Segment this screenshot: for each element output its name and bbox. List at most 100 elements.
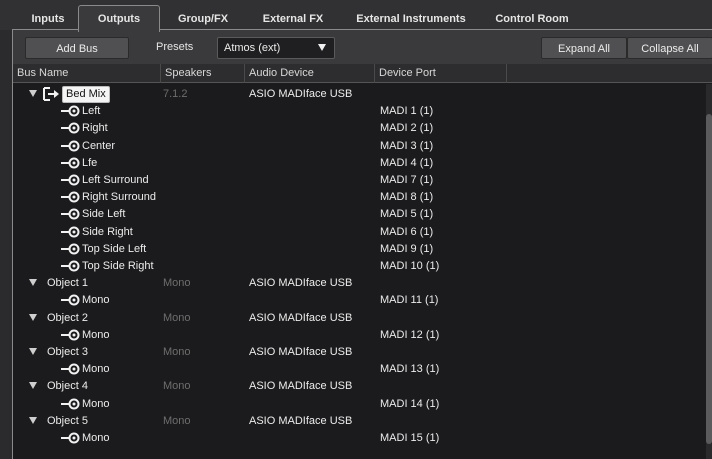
- output-channel-icon: [61, 398, 80, 410]
- column-speakers[interactable]: Speakers: [161, 64, 245, 83]
- channel-name: Lfe: [82, 157, 98, 169]
- tab-external-fx[interactable]: External FX: [246, 8, 340, 30]
- tab-control-room[interactable]: Control Room: [484, 8, 580, 30]
- device-port-value[interactable]: MADI 1 (1): [380, 105, 433, 117]
- collapse-all-button[interactable]: Collapse All: [627, 37, 712, 59]
- output-channel-icon: [61, 329, 80, 341]
- device-port-value[interactable]: MADI 13 (1): [380, 363, 439, 375]
- object-name: Object 3: [47, 346, 88, 358]
- channel-name: Center: [82, 140, 116, 152]
- device-port-value[interactable]: MADI 12 (1): [380, 329, 439, 341]
- presets-value: Atmos (ext): [224, 42, 281, 54]
- output-channel-icon: [61, 363, 80, 375]
- channel-row[interactable]: Left Surround MADI 7 (1): [13, 172, 712, 189]
- channel-row[interactable]: Mono MADI 11 (1): [13, 292, 712, 309]
- output-channel-icon: [61, 157, 80, 169]
- column-device-port[interactable]: Device Port: [375, 64, 507, 83]
- expand-all-button[interactable]: Expand All: [541, 37, 627, 59]
- channel-name: Right Surround: [82, 191, 156, 203]
- output-channel-icon: [61, 208, 80, 220]
- channel-name: Top Side Right: [82, 260, 154, 272]
- bus-row[interactable]: Object 1 Mono ASIO MADIface USB: [13, 275, 712, 292]
- device-port-value[interactable]: MADI 7 (1): [380, 174, 433, 186]
- outputs-panel: Add Bus Presets Atmos (ext) Expand All C…: [12, 29, 712, 459]
- device-port-value[interactable]: MADI 2 (1): [380, 122, 433, 134]
- device-port-value[interactable]: MADI 6 (1): [380, 226, 433, 238]
- tab-bar: Inputs Outputs Group/FX External FX Exte…: [0, 0, 712, 32]
- channel-name: Top Side Left: [82, 243, 147, 255]
- audio-device-value[interactable]: ASIO MADIface USB: [249, 88, 352, 100]
- audio-device-value[interactable]: ASIO MADIface USB: [249, 277, 352, 289]
- chevron-down-icon[interactable]: [29, 314, 37, 321]
- device-port-value[interactable]: MADI 10 (1): [380, 260, 439, 272]
- column-audio-device[interactable]: Audio Device: [245, 64, 375, 83]
- audio-device-value[interactable]: ASIO MADIface USB: [249, 380, 352, 392]
- chevron-down-icon[interactable]: [29, 417, 37, 424]
- channel-name: Mono: [82, 398, 110, 410]
- chevron-down-icon[interactable]: [29, 90, 37, 97]
- output-channel-icon: [61, 294, 80, 306]
- audio-device-value[interactable]: ASIO MADIface USB: [249, 312, 352, 324]
- audio-device-value[interactable]: ASIO MADIface USB: [249, 415, 352, 427]
- channel-name: Mono: [82, 363, 110, 375]
- channel-row[interactable]: Lfe MADI 4 (1): [13, 155, 712, 172]
- add-bus-button[interactable]: Add Bus: [25, 37, 129, 59]
- chevron-down-icon[interactable]: [29, 382, 37, 389]
- column-bus-name[interactable]: Bus Name: [13, 64, 161, 83]
- channel-name: Right: [82, 122, 108, 134]
- channel-row[interactable]: Left MADI 1 (1): [13, 103, 712, 120]
- output-channel-icon: [61, 243, 80, 255]
- device-port-value[interactable]: MADI 3 (1): [380, 140, 433, 152]
- device-port-value[interactable]: MADI 4 (1): [380, 157, 433, 169]
- bus-table: Bus Name Speakers Audio Device Device Po…: [13, 64, 712, 459]
- channel-name: Mono: [82, 329, 110, 341]
- device-port-value[interactable]: MADI 14 (1): [380, 398, 439, 410]
- device-port-value[interactable]: MADI 8 (1): [380, 191, 433, 203]
- chevron-down-icon[interactable]: [29, 348, 37, 355]
- device-port-value[interactable]: MADI 5 (1): [380, 208, 433, 220]
- speakers-value: Mono: [163, 380, 191, 392]
- chevron-down-icon[interactable]: [29, 279, 37, 286]
- channel-name: Side Right: [82, 226, 133, 238]
- object-name: Object 5: [47, 415, 88, 427]
- audio-device-value[interactable]: ASIO MADIface USB: [249, 346, 352, 358]
- table-header: Bus Name Speakers Audio Device Device Po…: [13, 64, 712, 83]
- channel-row[interactable]: Right MADI 2 (1): [13, 120, 712, 137]
- bus-row[interactable]: Object 4 Mono ASIO MADIface USB: [13, 378, 712, 395]
- channel-name: Mono: [82, 294, 110, 306]
- channel-row[interactable]: Mono MADI 14 (1): [13, 396, 712, 413]
- tab-inputs[interactable]: Inputs: [22, 8, 74, 30]
- column-empty: [507, 64, 712, 83]
- channel-row[interactable]: Mono MADI 13 (1): [13, 361, 712, 378]
- scrollbar-thumb[interactable]: [706, 114, 712, 444]
- channel-row[interactable]: Center MADI 3 (1): [13, 138, 712, 155]
- device-port-value[interactable]: MADI 15 (1): [380, 432, 439, 444]
- device-port-value[interactable]: MADI 9 (1): [380, 243, 433, 255]
- bus-row[interactable]: Object 2 Mono ASIO MADIface USB: [13, 310, 712, 327]
- channel-row[interactable]: Mono MADI 12 (1): [13, 327, 712, 344]
- channel-row[interactable]: Mono MADI 15 (1): [13, 430, 712, 447]
- dropdown-arrow-icon: [318, 44, 326, 51]
- device-port-value[interactable]: MADI 11 (1): [380, 294, 438, 306]
- channel-row[interactable]: Side Right MADI 6 (1): [13, 224, 712, 241]
- presets-dropdown[interactable]: Atmos (ext): [217, 37, 335, 59]
- output-channel-icon: [61, 174, 80, 186]
- bus-row[interactable]: Bed Mix 7.1.2 ASIO MADIface USB: [13, 86, 712, 103]
- object-name: Object 4: [47, 380, 88, 392]
- tab-outputs[interactable]: Outputs: [78, 5, 160, 32]
- bus-row[interactable]: Object 5 Mono ASIO MADIface USB: [13, 413, 712, 430]
- tab-group-fx[interactable]: Group/FX: [164, 8, 242, 30]
- channel-row[interactable]: Top Side Right MADI 10 (1): [13, 258, 712, 275]
- bus-name[interactable]: Bed Mix: [62, 86, 110, 103]
- tab-external-instruments[interactable]: External Instruments: [346, 8, 476, 30]
- bus-row[interactable]: Object 3 Mono ASIO MADIface USB: [13, 344, 712, 361]
- speakers-value: Mono: [163, 346, 191, 358]
- channel-row[interactable]: Right Surround MADI 8 (1): [13, 189, 712, 206]
- output-channel-icon: [61, 122, 80, 134]
- channel-row[interactable]: Top Side Left MADI 9 (1): [13, 241, 712, 258]
- output-channel-icon: [61, 191, 80, 203]
- vertical-scrollbar[interactable]: [706, 84, 712, 459]
- channel-row[interactable]: Side Left MADI 5 (1): [13, 206, 712, 223]
- output-channel-icon: [61, 260, 80, 272]
- output-channel-icon: [61, 226, 80, 238]
